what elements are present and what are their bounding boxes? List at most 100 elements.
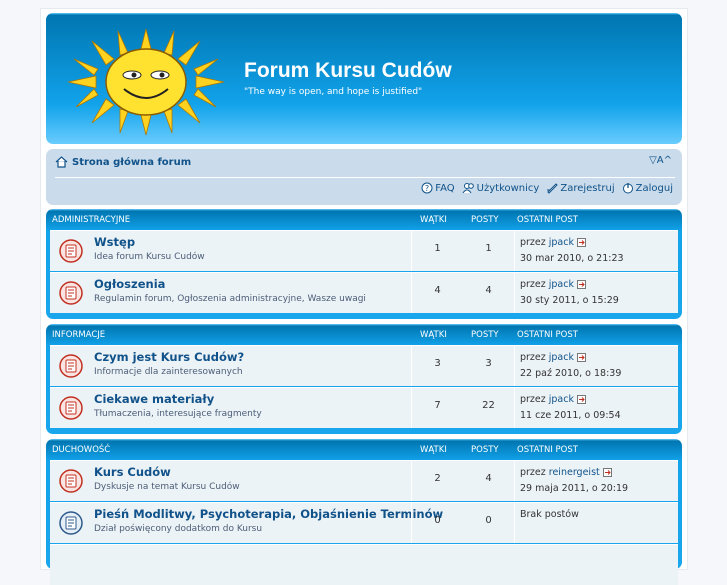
topic-count: 2 [434,473,441,484]
last-post-author-line: przez jpack [520,352,587,363]
last-post-date: 22 paź 2010, o 18:39 [520,368,622,379]
last-post-author-link[interactable]: jpack [549,237,574,248]
post-count: 4 [485,285,492,296]
last-post-author-line: przez jpack [520,237,587,248]
forum-row: Wstęp Idea forum Kursu Cudów 1 1 przez j… [50,230,678,271]
last-post-author-link[interactable]: jpack [549,394,574,405]
forum-description: Dział poświęcony dodatkom do Kursu [94,524,263,534]
category-header: DUCHOWOŚĆ WĄTKI POSTY OSTATNI POST [46,439,682,459]
forum-unread-icon [59,281,83,305]
view-latest-post-icon[interactable] [602,468,613,477]
register-label: Zarejestruj [560,182,615,194]
forum-read-icon [59,511,83,535]
forum-title-link[interactable]: Ogłoszenia [94,277,165,291]
topics-column-header: WĄTKI [420,215,447,225]
topic-count: 0 [434,515,441,526]
sun-logo[interactable] [62,23,230,141]
category-block: INFORMACJE WĄTKI POSTY OSTATNI POST Czym… [46,324,682,434]
faq-icon: ? [421,182,433,194]
home-icon [55,156,68,168]
last-post-by-label: przez [520,237,546,248]
forum-title-link[interactable]: Kurs Cudów [94,465,171,479]
last-post-column-header: OSTATNI POST [517,445,578,455]
column-divider [514,231,515,271]
forum-unread-icon [59,396,83,420]
last-post-by-label: przez [520,467,546,478]
forum-unread-icon [59,354,83,378]
members-link[interactable]: Użytkownicy [462,182,540,194]
forum-description: Dyskusje na temat Kursu Cudów [94,482,240,492]
column-divider [514,503,515,543]
register-icon [547,183,559,194]
category-name[interactable]: INFORMACJE [52,330,105,340]
last-post-author-line: przez reinergeist [520,467,613,478]
login-icon [622,183,633,194]
last-post-date: 11 cze 2011, o 09:54 [520,410,621,421]
forum-row: Kurs Cudów Dyskusje na temat Kursu Cudów… [50,460,678,501]
post-count: 1 [485,243,492,254]
site-description: "The way is open, and hope is justified" [244,87,423,97]
last-post-author-link[interactable]: reinergeist [549,467,600,478]
last-post-by-label: przez [520,279,546,290]
topic-count: 3 [434,358,441,369]
forum-row: Pieśń Modlitwy, Psychoterapia, Objaśnien… [50,502,678,543]
last-post-date: 29 maja 2011, o 20:19 [520,483,629,494]
site-title: Forum Kursu Cudów [244,59,452,82]
posts-column-header: POSTY [471,445,499,455]
post-count: 0 [485,515,492,526]
forum-unread-icon [59,239,83,263]
forum-description: Idea forum Kursu Cudów [94,252,205,262]
category-header: ADMINISTRACYJNE WĄTKI POSTY OSTATNI POST [46,209,682,229]
view-latest-post-icon[interactable] [576,238,587,247]
last-post-by-label: przez [520,394,546,405]
members-label: Użytkownicy [476,182,540,194]
post-count: 4 [485,473,492,484]
topic-count: 7 [434,400,441,411]
forum-title-link[interactable]: Ciekawe materiały [94,392,214,406]
last-post-column-header: OSTATNI POST [517,330,578,340]
category-block: DUCHOWOŚĆ WĄTKI POSTY OSTATNI POST Kurs … [46,439,682,585]
last-post-author-line: przez jpack [520,279,587,290]
svg-text:?: ? [425,184,429,193]
last-post-author-link[interactable]: jpack [549,352,574,363]
topic-count: 1 [434,243,441,254]
no-posts-label: Brak postów [520,509,579,520]
category-header: INFORMACJE WĄTKI POSTY OSTATNI POST [46,324,682,344]
category-name[interactable]: DUCHOWOŚĆ [52,445,110,455]
last-post-by-label: przez [520,352,546,363]
column-divider [514,346,515,386]
breadcrumb-home-link[interactable]: Strona główna forum [72,157,191,168]
view-latest-post-icon[interactable] [576,395,587,404]
last-post-date: 30 mar 2010, o 21:23 [520,253,624,264]
forum-row: Czym jest Kurs Cudów? Informacje dla zai… [50,345,678,386]
font-size-control[interactable]: ▽A^ [649,155,672,166]
last-post-date: 30 sty 2011, o 15:29 [520,295,619,306]
forum-title-link[interactable]: Czym jest Kurs Cudów? [94,350,244,364]
forum-title-link[interactable]: Pieśń Modlitwy, Psychoterapia, Objaśnien… [94,507,443,521]
category-block: ADMINISTRACYJNE WĄTKI POSTY OSTATNI POST… [46,209,682,319]
login-link[interactable]: Zaloguj [622,182,673,194]
navbar-divider [55,177,675,178]
last-post-author-link[interactable]: jpack [549,279,574,290]
navbar: Strona główna forum ▽A^ ? FAQ Użytkownic… [46,149,682,205]
posts-column-header: POSTY [471,330,499,340]
login-label: Zaloguj [635,182,673,194]
faq-link[interactable]: ? FAQ [421,182,455,194]
category-name[interactable]: ADMINISTRACYJNE [52,215,130,225]
post-count: 3 [485,358,492,369]
site-header: Forum Kursu Cudów "The way is open, and … [46,13,682,144]
register-link[interactable]: Zarejestruj [546,182,615,194]
forum-unread-icon [59,469,83,493]
view-latest-post-icon[interactable] [576,353,587,362]
page-wrap: Forum Kursu Cudów "The way is open, and … [40,8,688,585]
faq-label: FAQ [435,182,455,194]
view-latest-post-icon[interactable] [576,280,587,289]
breadcrumb[interactable]: Strona główna forum [55,156,191,168]
topics-column-header: WĄTKI [420,445,447,455]
column-divider [514,461,515,501]
forum-title-link[interactable]: Wstęp [94,235,135,249]
forum-row [50,544,678,585]
forum-description: Informacje dla zainteresowanych [94,367,243,377]
forum-description: Regulamin forum, Ogłoszenia administracy… [94,294,366,304]
topic-count: 4 [434,285,441,296]
